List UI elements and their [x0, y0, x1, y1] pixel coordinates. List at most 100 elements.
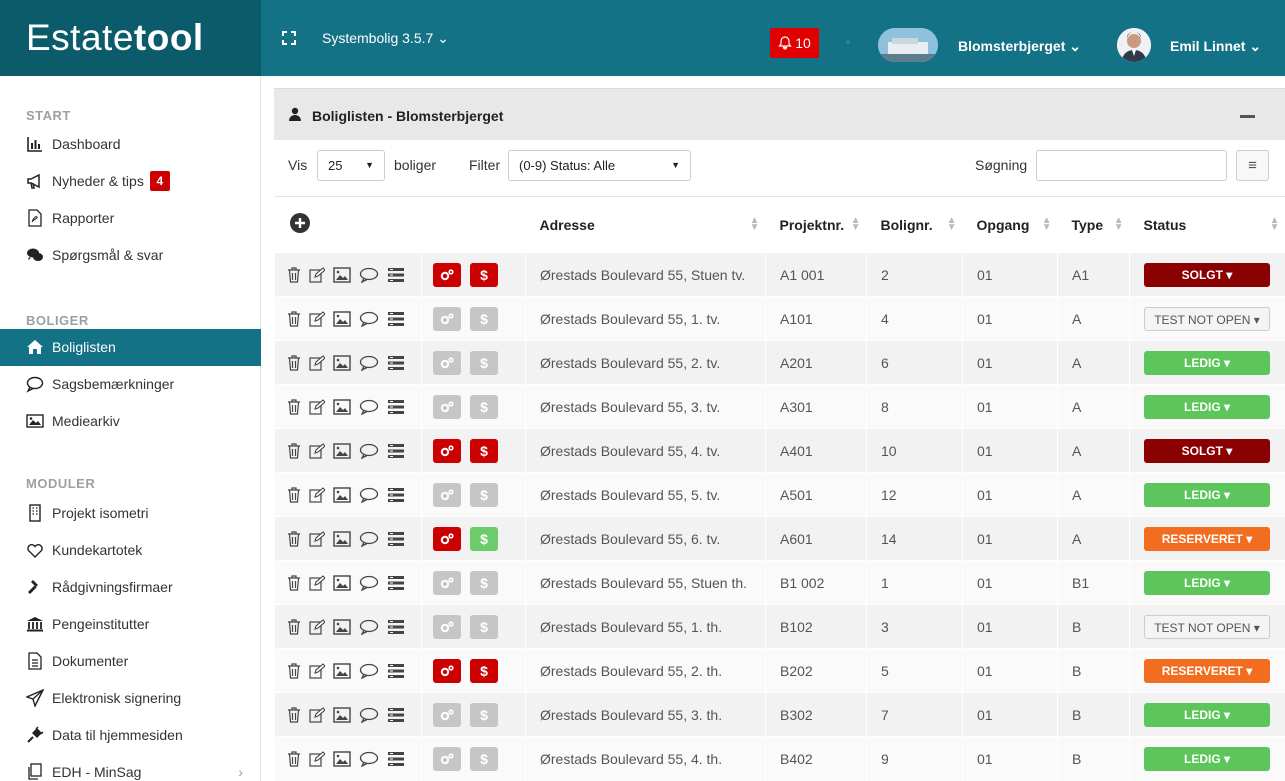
list-icon[interactable]: [387, 355, 405, 371]
image-icon[interactable]: [333, 311, 351, 327]
status-dropdown[interactable]: LEDIG ▾: [1144, 746, 1270, 771]
comment-icon[interactable]: [359, 311, 379, 328]
list-icon[interactable]: [387, 575, 405, 591]
status-dropdown[interactable]: TEST NOT OPEN ▾: [1144, 306, 1270, 331]
price-button[interactable]: $: [470, 262, 498, 287]
delete-icon[interactable]: [287, 399, 301, 415]
edit-icon[interactable]: [309, 443, 326, 459]
comment-icon[interactable]: [359, 751, 379, 768]
list-icon[interactable]: [387, 663, 405, 679]
sidebar-item-mediearkiv[interactable]: Mediearkiv: [0, 403, 261, 440]
status-dropdown[interactable]: SOLGT ▾: [1144, 438, 1270, 463]
edit-icon[interactable]: [309, 619, 326, 635]
sidebar-item-edh-minsag[interactable]: EDH - MinSag ›: [0, 754, 261, 781]
list-icon[interactable]: [387, 311, 405, 327]
image-icon[interactable]: [333, 575, 351, 591]
sidebar-item-projekt-isometri[interactable]: Projekt isometri: [0, 495, 261, 532]
delete-icon[interactable]: [287, 355, 301, 371]
list-icon[interactable]: [387, 619, 405, 635]
table-row[interactable]: $ Ørestads Boulevard 55, 2. tv. A201 6 0…: [274, 340, 1285, 385]
edit-icon[interactable]: [309, 487, 326, 503]
project-thumbnail[interactable]: [878, 28, 938, 62]
notifications-button[interactable]: 10: [770, 28, 819, 58]
col-adresse[interactable]: Adresse ▲ ▼: [525, 196, 766, 253]
delete-icon[interactable]: [287, 531, 301, 547]
col-projektnr[interactable]: Projektnr. ▲ ▼: [765, 196, 867, 253]
sidebar-item-elektronisk-signering[interactable]: Elektronisk signering: [0, 680, 261, 717]
comment-icon[interactable]: [359, 575, 379, 592]
image-icon[interactable]: [333, 267, 351, 283]
status-dropdown[interactable]: LEDIG ▾: [1144, 394, 1270, 419]
list-icon[interactable]: [387, 267, 405, 283]
sidebar-item-dashboard[interactable]: Dashboard: [0, 126, 261, 163]
table-row[interactable]: $ Ørestads Boulevard 55, 5. tv. A501 12 …: [274, 472, 1285, 517]
status-dropdown[interactable]: LEDIG ▾: [1144, 702, 1270, 727]
table-row[interactable]: $ Ørestads Boulevard 55, 2. th. B202 5 0…: [274, 648, 1285, 693]
settings-button[interactable]: [433, 658, 461, 683]
image-icon[interactable]: [333, 531, 351, 547]
settings-button[interactable]: [433, 262, 461, 287]
col-bolignr[interactable]: Bolignr. ▲ ▼: [866, 196, 963, 253]
delete-icon[interactable]: [287, 707, 301, 723]
image-icon[interactable]: [333, 487, 351, 503]
comment-icon[interactable]: [359, 443, 379, 460]
settings-button[interactable]: [433, 350, 461, 375]
table-row[interactable]: $ Ørestads Boulevard 55, 1. tv. A101 4 0…: [274, 296, 1285, 341]
sidebar-item-nyheder[interactable]: Nyheder & tips 4: [0, 163, 261, 200]
list-icon[interactable]: [387, 487, 405, 503]
status-dropdown[interactable]: RESERVERET ▾: [1144, 658, 1270, 683]
delete-icon[interactable]: [287, 443, 301, 459]
filter-select[interactable]: (0-9) Status: Alle ▼: [508, 150, 691, 181]
table-row[interactable]: $ Ørestads Boulevard 55, 3. th. B302 7 0…: [274, 692, 1285, 737]
table-row[interactable]: $ Ørestads Boulevard 55, Stuen tv. A1 00…: [274, 252, 1285, 297]
price-button[interactable]: $: [470, 306, 498, 331]
user-avatar[interactable]: [1117, 28, 1151, 62]
system-version-dropdown[interactable]: Systembolig 3.5.7 ⌄: [322, 30, 449, 47]
price-button[interactable]: $: [470, 526, 498, 551]
list-icon[interactable]: [387, 751, 405, 767]
image-icon[interactable]: [333, 355, 351, 371]
status-dropdown[interactable]: LEDIG ▾: [1144, 350, 1270, 375]
delete-icon[interactable]: [287, 267, 301, 283]
col-opgang[interactable]: Opgang ▲ ▼: [962, 196, 1058, 253]
comment-icon[interactable]: [359, 531, 379, 548]
table-row[interactable]: $ Ørestads Boulevard 55, 1. th. B102 3 0…: [274, 604, 1285, 649]
settings-button[interactable]: [433, 306, 461, 331]
delete-icon[interactable]: [287, 311, 301, 327]
list-icon[interactable]: [387, 443, 405, 459]
list-icon[interactable]: [387, 707, 405, 723]
image-icon[interactable]: [333, 751, 351, 768]
comment-icon[interactable]: [359, 707, 379, 724]
user-dropdown[interactable]: Emil Linnet ⌄: [1170, 38, 1261, 55]
col-status[interactable]: Status ▲ ▼: [1129, 196, 1285, 253]
edit-icon[interactable]: [309, 707, 326, 723]
project-dropdown[interactable]: Blomsterbjerget ⌄: [958, 38, 1081, 55]
comment-icon[interactable]: [359, 399, 379, 416]
comment-icon[interactable]: [359, 267, 379, 284]
table-row[interactable]: $ Ørestads Boulevard 55, 4. tv. A401 10 …: [274, 428, 1285, 473]
price-button[interactable]: $: [470, 482, 498, 507]
settings-button[interactable]: [433, 394, 461, 419]
settings-button[interactable]: [433, 702, 461, 727]
settings-button[interactable]: [433, 746, 461, 771]
price-button[interactable]: $: [470, 394, 498, 419]
image-icon[interactable]: [333, 443, 351, 459]
table-row[interactable]: $ Ørestads Boulevard 55, 3. tv. A301 8 0…: [274, 384, 1285, 429]
table-row[interactable]: $ Ørestads Boulevard 55, Stuen th. B1 00…: [274, 560, 1285, 605]
status-dropdown[interactable]: LEDIG ▾: [1144, 482, 1270, 507]
edit-icon[interactable]: [309, 355, 326, 371]
edit-icon[interactable]: [309, 267, 326, 283]
price-button[interactable]: $: [470, 658, 498, 683]
col-type[interactable]: Type ▲ ▼: [1057, 196, 1130, 253]
settings-button[interactable]: [433, 438, 461, 463]
settings-button[interactable]: [433, 526, 461, 551]
price-button[interactable]: $: [470, 350, 498, 375]
comment-icon[interactable]: [359, 663, 379, 680]
image-icon[interactable]: [333, 663, 351, 679]
collapse-icon[interactable]: [1240, 115, 1255, 118]
comment-icon[interactable]: [359, 487, 379, 504]
edit-icon[interactable]: [309, 399, 326, 415]
sidebar-item-raadgivningsfirmaer[interactable]: Rådgivningsfirmaer: [0, 569, 261, 606]
settings-button[interactable]: [433, 570, 461, 595]
sidebar-item-rapporter[interactable]: Rapporter: [0, 200, 261, 237]
